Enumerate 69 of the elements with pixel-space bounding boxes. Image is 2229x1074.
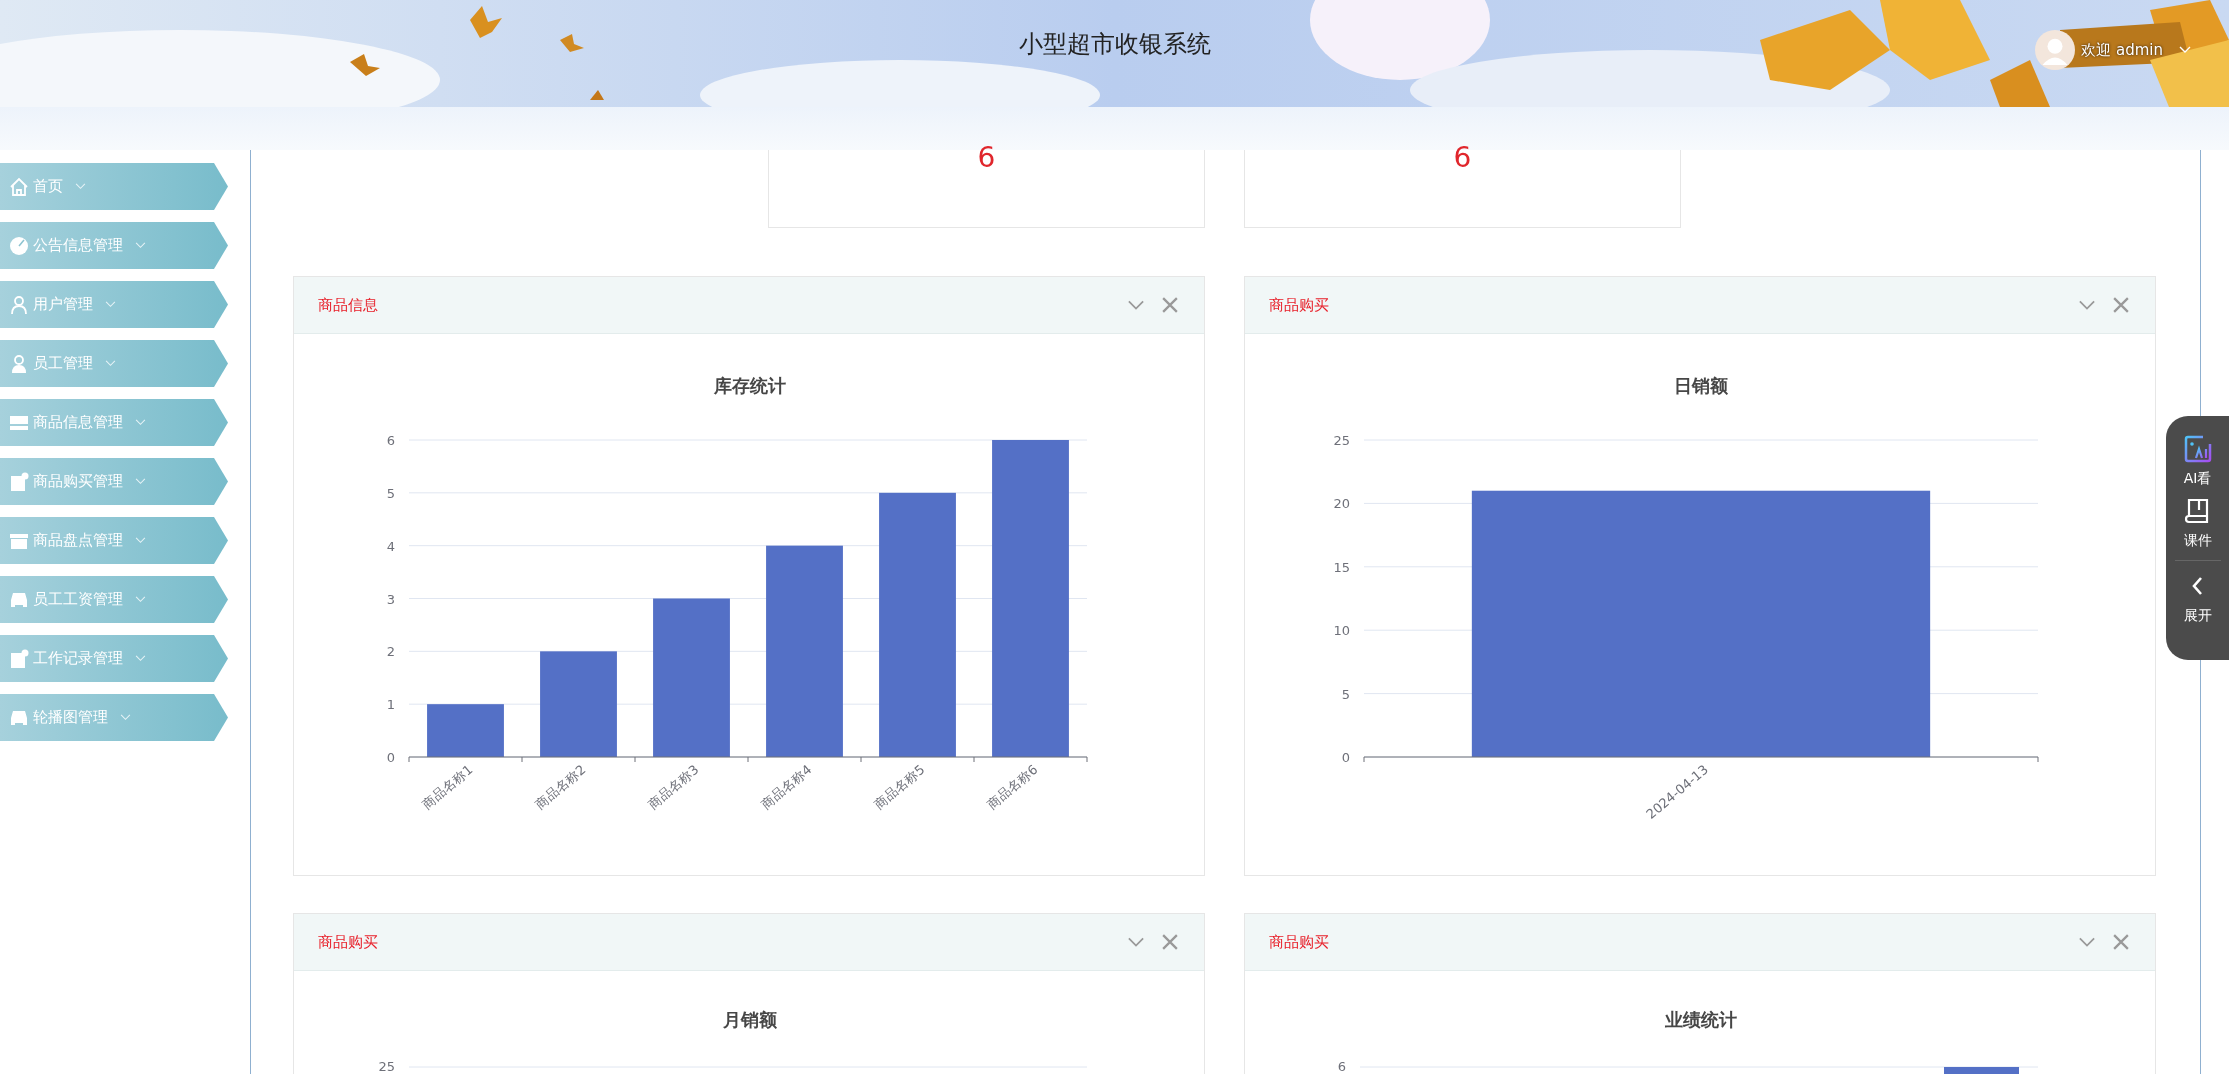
app-title: 小型超市收银系统	[1018, 28, 1211, 60]
avatar-icon	[2035, 30, 2076, 70]
chevron-down-icon	[135, 537, 146, 544]
chevron-down-icon	[105, 301, 116, 308]
toolbar-button[interactable]: 展开	[2177, 567, 2218, 629]
sidebar-item[interactable]: 商品信息管理	[0, 399, 228, 446]
chevron-down-icon	[105, 360, 116, 367]
sidebar-item[interactable]: 用户管理	[0, 281, 228, 328]
chevron-down-icon	[135, 478, 146, 485]
chevron-down-icon	[135, 419, 146, 426]
axis-label: 商品名称6	[984, 761, 1041, 813]
axis-label: 6	[1337, 1059, 1346, 1074]
axis-label: 20	[1333, 496, 1350, 512]
axis-label: 15	[1333, 559, 1350, 575]
sidebar-item[interactable]: 工作记录管理	[0, 635, 228, 682]
chevron-down-icon[interactable]	[2179, 46, 2191, 54]
axis-label: 商品名称2	[532, 761, 589, 813]
chevron-down-icon	[135, 242, 146, 249]
chart-title: 日销额	[1674, 375, 1728, 396]
close-icon[interactable]	[1162, 297, 1178, 313]
panel-title: 商品购买	[1269, 295, 1330, 315]
axis-label: 商品名称4	[758, 761, 815, 813]
sidebar-item[interactable]: 商品盘点管理	[0, 517, 228, 564]
pie-icon	[9, 235, 29, 256]
stat-value: 6	[1453, 144, 1472, 176]
chart-title: 业绩统计	[1665, 1009, 1737, 1030]
home-icon	[9, 176, 29, 197]
axis-label: 1	[386, 697, 395, 713]
close-icon[interactable]	[2113, 934, 2129, 950]
chart-title: 月销额	[723, 1009, 777, 1030]
panel-title: 商品信息	[318, 295, 379, 315]
user-icon	[9, 294, 29, 315]
document-icon	[9, 471, 29, 492]
sidebar-item[interactable]: 商品购买管理	[0, 458, 228, 505]
axis-label: 3	[386, 591, 395, 607]
chevron-down-icon	[75, 183, 86, 190]
axis-label: 5	[386, 485, 395, 501]
toolbar-button[interactable]: 课件	[2176, 492, 2219, 554]
panel-title: 商品购买	[318, 932, 379, 952]
person-icon	[9, 353, 29, 374]
chevron-down-icon	[120, 714, 131, 721]
panel-title: 商品购买	[1269, 932, 1330, 952]
axis-label: 25	[378, 1059, 395, 1074]
close-icon[interactable]	[1162, 934, 1178, 950]
axis-label: 商品名称5	[871, 761, 928, 813]
axis-label: 25	[1333, 433, 1350, 448]
toolbar-button[interactable]: AI看	[2176, 430, 2219, 492]
close-icon[interactable]	[2113, 297, 2129, 313]
sidebar-item[interactable]: 首页	[0, 163, 228, 210]
chevron-left-icon	[2192, 576, 2203, 596]
ai-icon	[2182, 434, 2213, 464]
axis-label: 0	[1341, 750, 1350, 765]
axis-label: 2	[386, 644, 395, 660]
stat-value: 6	[977, 144, 996, 176]
axis-label: 商品名称3	[645, 761, 702, 813]
axis-label: 10	[1333, 623, 1350, 639]
chart-title: 库存统计	[714, 375, 786, 396]
document-icon	[9, 648, 29, 669]
sidebar-item[interactable]: 员工工资管理	[0, 576, 228, 623]
axis-label: 5	[1341, 686, 1350, 702]
sidebar-item[interactable]: 员工管理	[0, 340, 228, 387]
axis-label: 0	[386, 750, 395, 765]
sidebar-item[interactable]: 公告信息管理	[0, 222, 228, 269]
sidebar-item[interactable]: 轮播图管理	[0, 694, 228, 741]
axis-label: 4	[386, 538, 395, 554]
chevron-down-icon	[135, 655, 146, 662]
axis-label: 6	[386, 433, 395, 448]
axis-label: 商品名称1	[419, 761, 476, 813]
chevron-down-icon	[135, 596, 146, 603]
